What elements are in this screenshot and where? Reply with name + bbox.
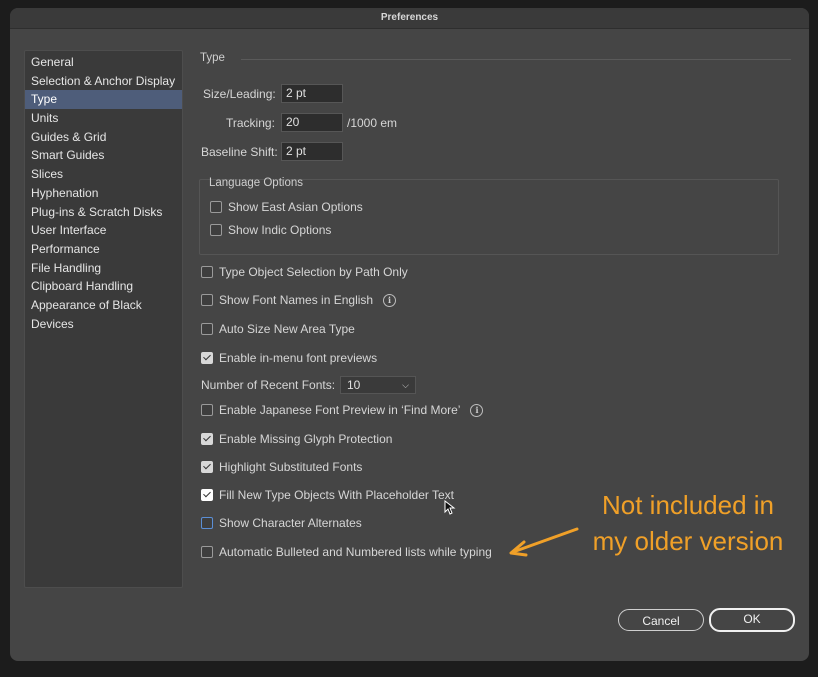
- annotation-line-2: my older version: [592, 526, 784, 556]
- ok-button[interactable]: OK: [709, 608, 795, 632]
- sidebar-item-hyphenation[interactable]: Hyphenation: [25, 184, 182, 203]
- sidebar-item-smart-guides[interactable]: Smart Guides: [25, 146, 182, 165]
- placeholder-text-option[interactable]: Fill New Type Objects With Placeholder T…: [201, 487, 454, 503]
- east-asian-option[interactable]: Show East Asian Options: [210, 199, 363, 215]
- annotation-line-1: Not included in: [602, 490, 774, 520]
- auto-size-option[interactable]: Auto Size New Area Type: [201, 321, 355, 337]
- sidebar-item-slices[interactable]: Slices: [25, 165, 182, 184]
- highlight-substituted-label: Highlight Substituted Fonts: [219, 460, 363, 474]
- tracking-label: Tracking:: [226, 116, 275, 130]
- auto-bullets-option[interactable]: Automatic Bulleted and Numbered lists wh…: [201, 544, 492, 560]
- window-title: Preferences: [10, 8, 809, 29]
- info-icon[interactable]: i: [470, 403, 484, 417]
- recent-fonts-label: Number of Recent Fonts:: [201, 378, 336, 392]
- sidebar-item-guides-grid[interactable]: Guides & Grid: [25, 128, 182, 147]
- preferences-sidebar: General Selection & Anchor Display Type Uni…: [24, 50, 183, 588]
- east-asian-checkbox[interactable]: [210, 201, 222, 213]
- language-options-group: [199, 179, 779, 255]
- highlight-substituted-checkbox[interactable]: [201, 461, 213, 473]
- preferences-window: Preferences General Selection & Anchor Di…: [10, 8, 809, 661]
- sidebar-item-devices[interactable]: Devices: [25, 315, 182, 334]
- in-menu-previews-label: Enable in-menu font previews: [219, 351, 378, 365]
- section-title: Type: [200, 52, 225, 64]
- baseline-shift-label: Baseline Shift:: [201, 145, 278, 159]
- section-divider: [241, 59, 791, 60]
- character-alternates-label: Show Character Alternates: [219, 516, 362, 530]
- indic-checkbox[interactable]: [210, 224, 222, 236]
- missing-glyph-option[interactable]: Enable Missing Glyph Protection: [201, 431, 392, 447]
- type-object-selection-option[interactable]: Type Object Selection by Path Only: [201, 264, 408, 280]
- font-names-english-checkbox[interactable]: [201, 294, 213, 306]
- japanese-preview-label: Enable Japanese Font Preview in ‘Find Mo…: [219, 403, 461, 417]
- indic-option[interactable]: Show Indic Options: [210, 222, 331, 238]
- tracking-field[interactable]: 20: [281, 113, 343, 132]
- sidebar-item-units[interactable]: Units: [25, 109, 182, 128]
- recent-fonts-value: 10: [347, 378, 361, 392]
- character-alternates-checkbox[interactable]: [201, 517, 213, 529]
- sidebar-item-user-interface[interactable]: User Interface: [25, 221, 182, 240]
- auto-bullets-label: Automatic Bulleted and Numbered lists wh…: [219, 545, 492, 559]
- japanese-preview-option[interactable]: Enable Japanese Font Preview in ‘Find Mo…: [201, 402, 484, 418]
- sidebar-item-performance[interactable]: Performance: [25, 240, 182, 259]
- baseline-shift-field[interactable]: 2 pt: [281, 142, 343, 161]
- font-names-english-option[interactable]: Show Font Names in English i: [201, 292, 397, 308]
- sidebar-item-plug-ins-scratch-disks[interactable]: Plug-ins & Scratch Disks: [25, 203, 182, 222]
- sidebar-item-general[interactable]: General: [25, 53, 182, 72]
- east-asian-label: Show East Asian Options: [228, 200, 363, 214]
- size-leading-field[interactable]: 2 pt: [281, 84, 343, 103]
- chevron-down-icon: ⌵: [402, 380, 409, 390]
- font-names-english-label: Show Font Names in English: [219, 293, 374, 307]
- auto-size-checkbox[interactable]: [201, 323, 213, 335]
- in-menu-previews-checkbox[interactable]: [201, 352, 213, 364]
- size-leading-label: Size/Leading:: [203, 87, 276, 101]
- character-alternates-option[interactable]: Show Character Alternates: [201, 515, 362, 531]
- auto-bullets-checkbox[interactable]: [201, 546, 213, 558]
- sidebar-item-type[interactable]: Type: [25, 90, 182, 110]
- recent-fonts-select[interactable]: 10 ⌵: [340, 376, 416, 394]
- annotation-callout: Not included in my older version: [568, 487, 808, 559]
- sidebar-item-clipboard-handling[interactable]: Clipboard Handling: [25, 277, 182, 296]
- highlight-substituted-option[interactable]: Highlight Substituted Fonts: [201, 459, 362, 475]
- sidebar-item-file-handling[interactable]: File Handling: [25, 259, 182, 278]
- placeholder-text-checkbox[interactable]: [201, 489, 213, 501]
- mouse-pointer-icon: [444, 500, 456, 515]
- sidebar-item-appearance-of-black[interactable]: Appearance of Black: [25, 296, 182, 315]
- placeholder-text-label: Fill New Type Objects With Placeholder T…: [219, 488, 454, 502]
- type-object-selection-label: Type Object Selection by Path Only: [219, 265, 408, 279]
- type-object-selection-checkbox[interactable]: [201, 266, 213, 278]
- sidebar-item-selection-anchor-display[interactable]: Selection & Anchor Display: [25, 72, 182, 91]
- tracking-unit: /1000 em: [347, 116, 398, 130]
- indic-label: Show Indic Options: [228, 223, 332, 237]
- missing-glyph-label: Enable Missing Glyph Protection: [219, 432, 393, 446]
- info-icon[interactable]: i: [383, 293, 397, 307]
- auto-size-label: Auto Size New Area Type: [219, 322, 355, 336]
- missing-glyph-checkbox[interactable]: [201, 433, 213, 445]
- language-options-title: Language Options: [209, 177, 303, 189]
- japanese-preview-checkbox[interactable]: [201, 404, 213, 416]
- in-menu-previews-option[interactable]: Enable in-menu font previews: [201, 350, 377, 366]
- cancel-button[interactable]: Cancel: [618, 609, 704, 631]
